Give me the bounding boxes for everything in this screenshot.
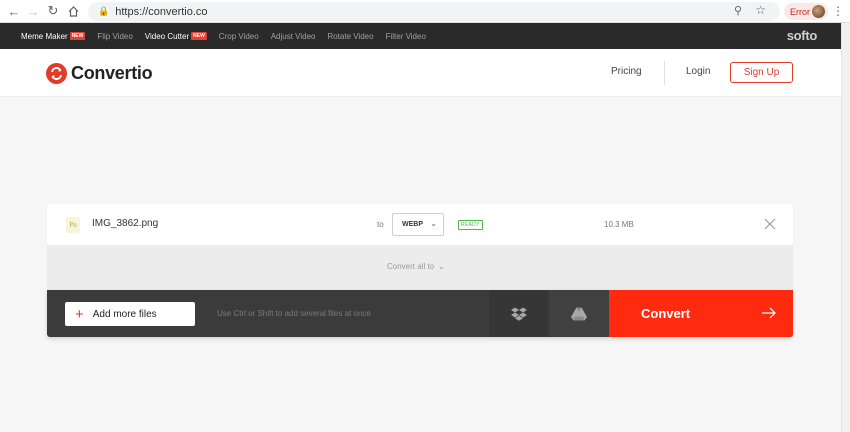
zoom-icon[interactable]: ⚲	[734, 4, 742, 17]
chevron-down-icon: ⌄	[438, 262, 445, 271]
chevron-down-icon: ⌄	[430, 219, 437, 228]
tool-adjust-video[interactable]: Adjust Video	[271, 32, 316, 41]
address-bar[interactable]: 🔒 https://convertio.co ⚲ ☆	[88, 2, 780, 21]
file-size: 10.3 MB	[604, 220, 634, 229]
tool-rotate-video[interactable]: Rotate Video	[327, 32, 373, 41]
tool-label: Video Cutter	[144, 31, 190, 41]
arrow-right-icon	[762, 307, 776, 319]
format-value: WEBP	[402, 221, 423, 228]
tools-bar: Meme Maker NEW Flip Video Video Cutter N…	[0, 23, 841, 49]
convert-button[interactable]: Convert	[609, 290, 793, 337]
login-link[interactable]: Login	[686, 66, 710, 77]
tool-label: Filter Video	[385, 31, 426, 41]
file-row: Pn IMG_3862.png to WEBP ⌄ READY 10.3 MB	[47, 204, 793, 245]
url-text: https://convertio.co	[115, 5, 208, 18]
new-badge: NEW	[69, 32, 86, 40]
site-header: Convertio Pricing Login Sign Up	[0, 49, 841, 97]
nav-divider	[664, 61, 665, 85]
add-more-files-button[interactable]: + Add more files	[65, 302, 195, 326]
convert-all-row: Convert all to ⌄	[47, 245, 793, 290]
logo-text: Convertio	[71, 63, 153, 83]
convert-label: Convert	[641, 306, 691, 321]
softo-logo[interactable]: softo	[787, 28, 818, 43]
tool-label: Rotate Video	[327, 31, 374, 41]
file-name: IMG_3862.png	[92, 218, 159, 229]
tool-label: Crop Video	[218, 31, 259, 41]
to-label: to	[377, 220, 384, 229]
close-icon[interactable]	[763, 217, 777, 231]
add-files-label: Add more files	[92, 308, 157, 320]
scrollbar[interactable]	[841, 23, 850, 432]
format-select[interactable]: WEBP ⌄	[392, 213, 444, 236]
dropbox-button[interactable]	[489, 290, 549, 337]
status-badge: READY	[458, 220, 483, 230]
plus-icon: +	[75, 305, 84, 323]
tool-filter-video[interactable]: Filter Video	[386, 32, 426, 41]
tool-label: Flip Video	[97, 31, 133, 41]
google-drive-icon	[571, 307, 587, 320]
pricing-link[interactable]: Pricing	[611, 66, 642, 77]
google-drive-button[interactable]	[549, 290, 609, 337]
add-files-hint: Use Ctrl or Shift to add several files a…	[217, 309, 371, 318]
convertio-logo[interactable]: Convertio	[46, 63, 153, 84]
tool-video-cutter[interactable]: Video Cutter NEW	[145, 32, 207, 41]
convert-all-label: Convert all to	[387, 262, 435, 271]
home-icon[interactable]	[62, 0, 84, 22]
bookmark-star-icon[interactable]: ☆	[755, 3, 766, 17]
reload-icon[interactable]: ↻	[42, 0, 64, 22]
tool-flip-video[interactable]: Flip Video	[97, 32, 132, 41]
tool-meme-maker[interactable]: Meme Maker NEW	[21, 31, 86, 41]
tool-crop-video[interactable]: Crop Video	[219, 32, 259, 41]
avatar	[812, 5, 825, 18]
convertio-logo-icon	[46, 63, 67, 84]
browser-toolbar: ← → ↻ 🔒 https://convertio.co ⚲ ☆ Error ⋮	[0, 0, 850, 23]
dropbox-icon	[511, 307, 527, 321]
tool-label: Meme Maker	[21, 31, 68, 41]
action-bar: + Add more files Use Ctrl or Shift to ad…	[47, 290, 793, 337]
forward-icon[interactable]: →	[22, 0, 44, 22]
tool-label: Adjust Video	[270, 31, 316, 41]
convert-all-dropdown[interactable]: Convert all to ⌄	[387, 262, 445, 271]
error-label: Error	[790, 6, 810, 17]
browser-menu-icon[interactable]: ⋮	[832, 3, 844, 20]
signup-button[interactable]: Sign Up	[730, 62, 793, 83]
profile-error-button[interactable]: Error	[784, 3, 828, 20]
png-file-icon: Pn	[66, 217, 80, 233]
new-badge: NEW	[191, 32, 207, 40]
lock-icon: 🔒	[98, 6, 110, 16]
